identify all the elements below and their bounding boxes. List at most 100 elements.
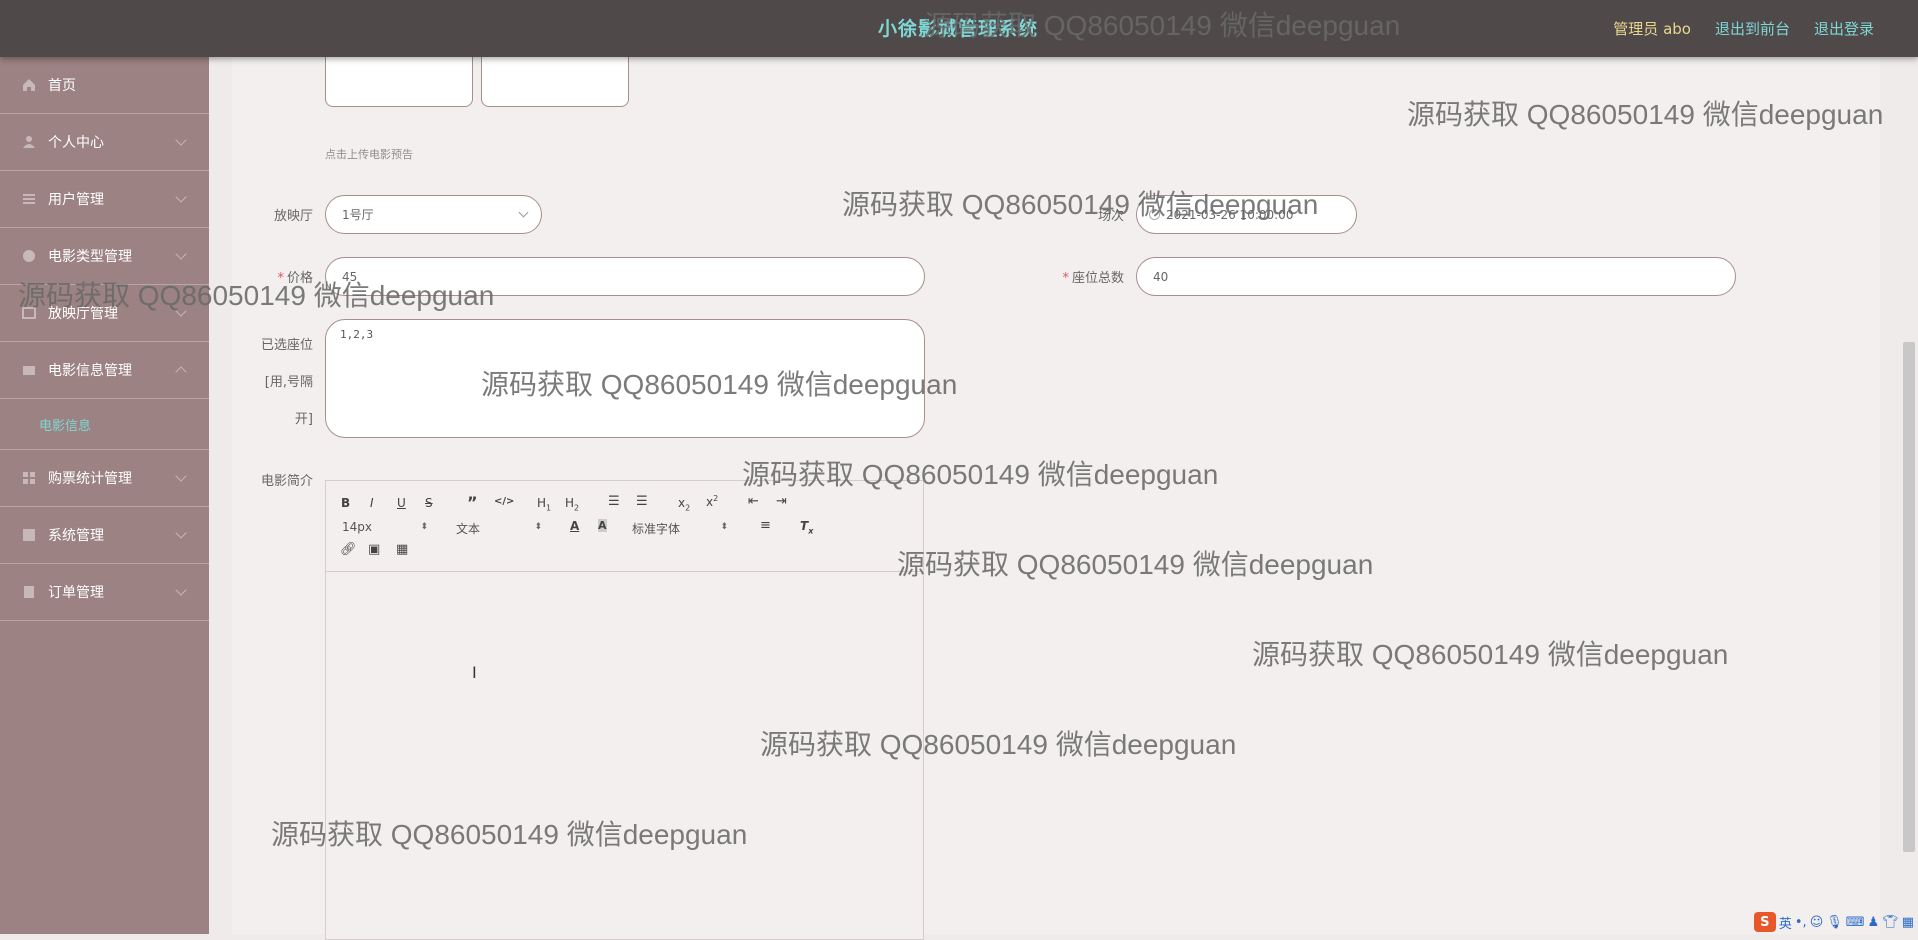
price-input[interactable]: 45 [325, 257, 925, 296]
chevron-down-icon [175, 470, 187, 482]
tag-icon [22, 249, 38, 263]
indent-icon[interactable]: ⇥ [776, 494, 787, 509]
home-icon [22, 78, 38, 92]
front-page-link[interactable]: 退出到前台 [1715, 18, 1790, 39]
session-value: 2021-03-26 10:00:00 [1166, 207, 1294, 222]
selected-seats-label: 已选座位 [用,号隔 开] [260, 338, 313, 427]
clear-format-icon[interactable]: Tx [800, 519, 813, 535]
seats-total-value: 40 [1153, 269, 1169, 284]
film-icon [22, 363, 38, 377]
hall-select[interactable]: 1号厅 [325, 195, 542, 234]
list-icon [22, 192, 38, 206]
keyboard-icon[interactable]: ⌨ [1846, 915, 1865, 930]
seats-total-label: * 座位总数 [1062, 271, 1124, 286]
strike-button[interactable]: S [425, 496, 433, 510]
poster-upload-box[interactable] [325, 57, 473, 107]
ime-tray: S 英 •, ☺ 🎙︎ ⌨ ♟ 👕︎ ▦ [1753, 912, 1914, 932]
chevron-down-icon [175, 248, 187, 260]
page-scrollbar-track[interactable] [1900, 57, 1918, 934]
sidebar-item-users[interactable]: 用户管理 [0, 171, 209, 228]
page-scrollbar-thumb[interactable] [1903, 342, 1915, 852]
sidebar-item-label: 系统管理 [48, 528, 104, 544]
grid-icon [22, 471, 38, 485]
outdent-icon[interactable]: ⇤ [748, 494, 759, 509]
code-block-icon[interactable]: </> [494, 496, 514, 507]
order-icon [22, 585, 38, 599]
poster-upload-box-2[interactable] [481, 57, 629, 107]
selected-seats-textarea[interactable]: 1,2,3 [325, 319, 925, 438]
sidebar: 首页 个人中心 用户管理 电影类型管理 放映厅管理 电影信息管理 电影信息 购票… [0, 57, 209, 934]
sidebar-item-orders[interactable]: 订单管理 [0, 564, 209, 621]
session-datetime-input[interactable]: 2021-03-26 10:00:00 [1136, 195, 1357, 234]
main-content: 点击上传电影预告 放映厅 1号厅 场次 2021-03-26 10:00:00 … [232, 57, 1880, 940]
hall-label: 放映厅 [273, 209, 313, 224]
header-links: 管理员 abo 退出到前台 退出登录 [1613, 18, 1874, 39]
chevron-down-icon [518, 207, 529, 218]
user-tray-icon[interactable]: ♟ [1868, 915, 1880, 930]
blockquote-icon[interactable]: ” [467, 493, 478, 512]
sidebar-item-label: 购票统计管理 [48, 471, 132, 487]
chevron-down-icon [175, 527, 187, 539]
chevron-down-icon [175, 191, 187, 203]
user-icon [22, 135, 38, 149]
font-size-select[interactable]: 14px [342, 520, 428, 534]
current-user-label: 管理员 abo [1613, 20, 1691, 38]
bullet-list-icon[interactable]: ☰ [636, 494, 648, 509]
font-color-icon[interactable]: A [570, 519, 579, 533]
ime-language[interactable]: 英 [1779, 913, 1792, 932]
sidebar-subitem-movie-info[interactable]: 电影信息 [0, 399, 209, 450]
sidebar-item-label: 首页 [48, 78, 76, 94]
sidebar-item-halls[interactable]: 放映厅管理 [0, 285, 209, 342]
image-icon[interactable]: ▣ [368, 542, 380, 557]
align-icon[interactable]: ≡ [760, 518, 771, 533]
sidebar-item-movie-info[interactable]: 电影信息管理 [0, 342, 209, 399]
seats-total-input[interactable]: 40 [1136, 257, 1736, 296]
logout-link[interactable]: 退出登录 [1814, 18, 1874, 39]
upload-hint: 点击上传电影预告 [325, 148, 413, 161]
chevron-up-icon [175, 366, 187, 378]
sidebar-item-movie-types[interactable]: 电影类型管理 [0, 228, 209, 285]
h1-button[interactable]: H1 [537, 496, 551, 512]
rich-text-editor: B I U S ” </> H1 H2 ☰ ☰ x2 x2 ⇤ ⇥ 14px 文… [325, 480, 924, 940]
sidebar-item-profile[interactable]: 个人中心 [0, 114, 209, 171]
h2-button[interactable]: H2 [565, 496, 579, 512]
emoji-icon[interactable]: ☺ [1810, 915, 1824, 930]
hall-icon [22, 306, 38, 320]
italic-button[interactable]: I [370, 496, 374, 510]
superscript-button[interactable]: x2 [706, 494, 718, 509]
font-family-select[interactable]: 标准字体 [632, 520, 728, 537]
price-label: * 价格 [277, 271, 313, 286]
sidebar-item-home[interactable]: 首页 [0, 57, 209, 114]
app-title: 小徐影城管理系统 [878, 18, 1039, 40]
text-cursor-icon: I [472, 663, 477, 682]
paragraph-select[interactable]: 文本 [456, 520, 542, 537]
sidebar-item-label: 订单管理 [48, 585, 104, 601]
punctuation-icon[interactable]: •, [1795, 915, 1807, 930]
mic-icon[interactable]: 🎙︎ [1826, 915, 1843, 930]
price-value: 45 [342, 269, 358, 284]
top-header: 小徐影城管理系统 管理员 abo 退出到前台 退出登录 [0, 0, 1918, 57]
background-color-icon[interactable]: A [598, 519, 607, 532]
chevron-down-icon [175, 305, 187, 317]
clock-icon [1149, 209, 1160, 220]
video-icon[interactable]: ▦ [396, 542, 408, 557]
sidebar-item-label: 个人中心 [48, 135, 104, 151]
ordered-list-icon[interactable]: ☰ [608, 494, 620, 509]
sidebar-item-system[interactable]: 系统管理 [0, 507, 209, 564]
settings-icon [22, 528, 38, 542]
ime-logo-icon[interactable]: S [1753, 912, 1776, 932]
subscript-button[interactable]: x2 [678, 496, 690, 512]
grid-tray-icon[interactable]: ▦ [1902, 915, 1914, 930]
link-icon[interactable]: 🔗︎ [340, 542, 357, 557]
chevron-down-icon [175, 134, 187, 146]
sidebar-item-label: 用户管理 [48, 192, 104, 208]
editor-toolbar: B I U S ” </> H1 H2 ☰ ☰ x2 x2 ⇤ ⇥ 14px 文… [326, 481, 923, 572]
underline-button[interactable]: U [397, 496, 406, 510]
session-label: 场次 [1097, 209, 1124, 224]
sidebar-item-label: 电影信息管理 [48, 363, 132, 379]
intro-label: 电影简介 [260, 474, 313, 489]
sidebar-item-ticket-stats[interactable]: 购票统计管理 [0, 450, 209, 507]
sidebar-item-label: 电影类型管理 [48, 249, 132, 265]
skin-icon[interactable]: 👕︎ [1882, 915, 1899, 930]
bold-button[interactable]: B [341, 496, 350, 510]
